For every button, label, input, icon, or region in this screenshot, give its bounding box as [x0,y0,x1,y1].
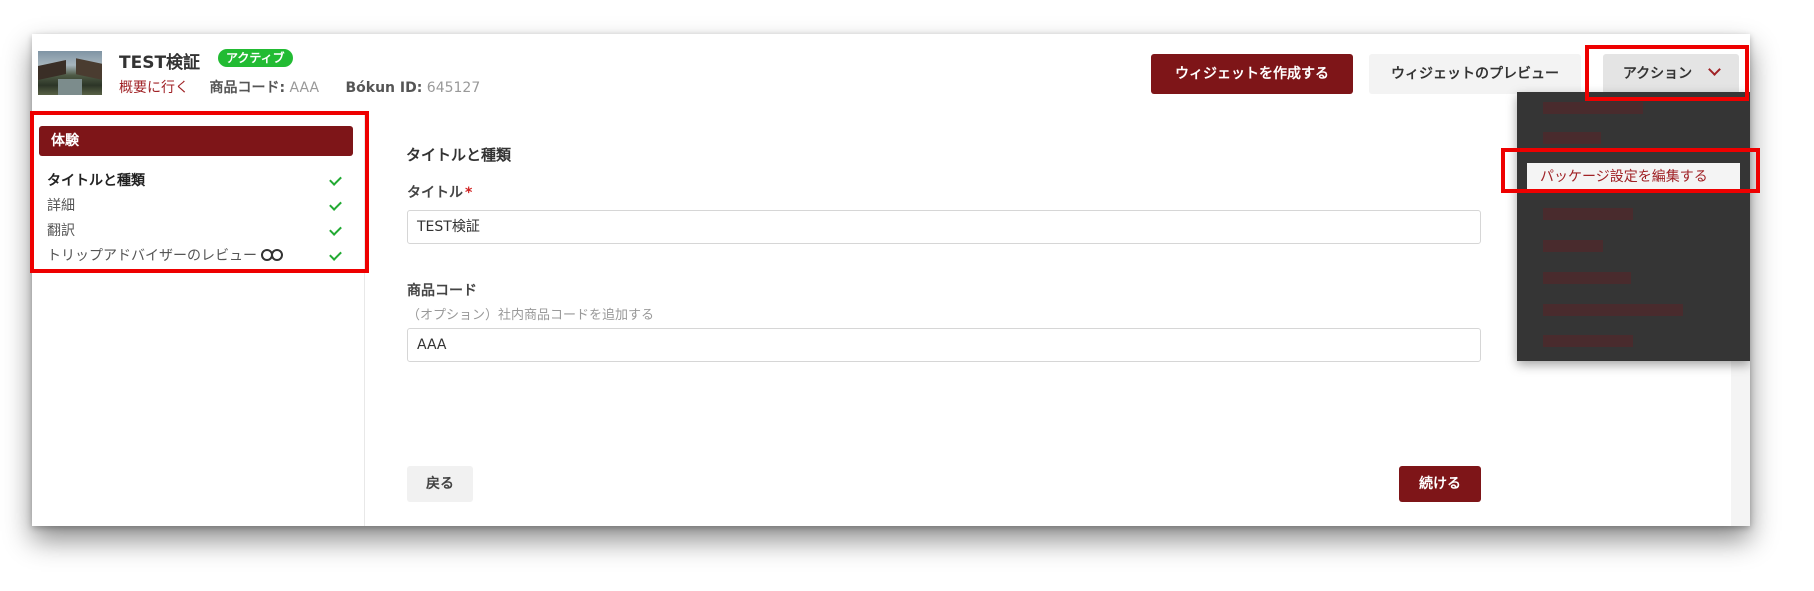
action-menu-item-8[interactable] [1543,335,1633,347]
product-code-help: （オプション）社内商品コードを追加する [407,308,655,323]
preview-widget-button[interactable]: ウィジェットのプレビュー [1369,54,1581,94]
check-icon [329,223,342,236]
sidebar-item-tripadvisor[interactable]: トリップアドバイザーのレビュー [47,245,347,267]
sidebar-item-translation[interactable]: 翻訳 [47,220,347,242]
title-input[interactable]: TEST検証 [407,210,1481,244]
section-title: タイトルと種類 [406,146,512,164]
chevron-down-icon [1708,63,1722,76]
bokun-id-value: 645127 [426,80,481,96]
overview-link[interactable]: 概要に行く [119,80,189,96]
thumbnail-canal [58,79,82,95]
sidebar-item-label: 詳細 [47,198,75,214]
action-dropdown-menu: パッケージ設定を編集する [1517,92,1750,361]
status-badge: アクティブ [218,49,293,67]
product-meta: 概要に行く 商品コード: AAA Bókun ID: 645127 [119,77,480,97]
check-icon [329,248,342,261]
product-thumbnail [38,51,102,95]
action-menu-item-1[interactable] [1543,102,1643,114]
back-button[interactable]: 戻る [407,466,473,502]
product-header: TEST検証 アクティブ 概要に行く 商品コード: AAA Bókun ID: … [32,34,1750,115]
product-code-field-label: 商品コード [407,283,477,299]
sidebar-item-label: トリップアドバイザーのレビュー [47,248,257,264]
thumbnail-roof-right [76,58,102,80]
product-code-label: 商品コード: [209,80,286,96]
title-field-label: タイトル * [407,182,472,202]
create-widget-button[interactable]: ウィジェットを作成する [1151,54,1353,94]
sidebar-section-experience[interactable]: 体験 [39,126,353,156]
action-menu-button[interactable]: アクション [1603,54,1739,94]
action-menu-item-2[interactable] [1543,132,1601,144]
sidebar-item-title-type[interactable]: タイトルと種類 [47,170,347,192]
check-icon [329,173,342,186]
sidebar-item-label: 翻訳 [47,223,75,239]
tripadvisor-owl-icon [261,249,283,261]
action-label: アクション [1622,66,1693,82]
sidebar-item-label: タイトルと種類 [47,173,145,189]
check-icon [329,198,342,211]
app-window: TEST検証 アクティブ 概要に行く 商品コード: AAA Bókun ID: … [32,34,1750,526]
sidebar: 体験 タイトルと種類 詳細 翻訳 トリップアドバイザーのレビュー [32,114,365,526]
bokun-id-label: Bókun ID: [345,80,423,96]
title-label-text: タイトル [407,185,463,201]
action-menu-item-edit-package[interactable]: パッケージ設定を編集する [1527,163,1740,191]
thumbnail-roof-left [38,60,66,80]
action-menu-item-7[interactable] [1543,304,1683,316]
product-title: TEST検証 [119,53,201,73]
product-code-value: AAA [289,80,320,96]
action-menu-item-6[interactable] [1543,272,1631,284]
required-mark: * [465,185,473,201]
action-menu-item-5[interactable] [1543,240,1603,252]
sidebar-item-details[interactable]: 詳細 [47,195,347,217]
action-menu-item-4[interactable] [1543,208,1633,220]
continue-button[interactable]: 続ける [1399,466,1481,502]
product-code-input[interactable]: AAA [407,328,1481,362]
